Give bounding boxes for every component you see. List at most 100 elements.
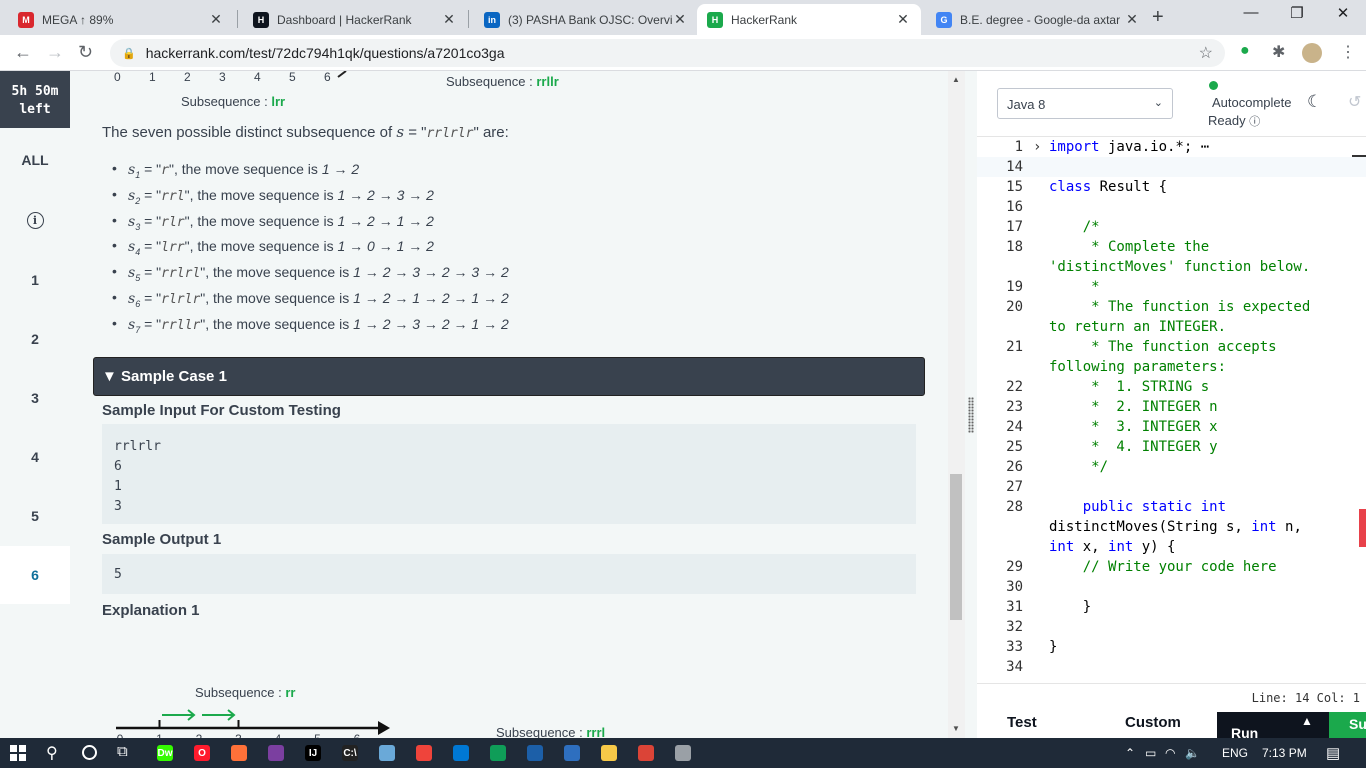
- search-icon[interactable]: ⚲: [46, 743, 58, 763]
- sample-case-toggle[interactable]: ▼ Sample Case 1: [93, 357, 925, 396]
- scroll-down-icon[interactable]: ▼: [952, 724, 960, 733]
- nav-question-2[interactable]: 2: [0, 310, 70, 368]
- browser-tab[interactable]: M MEGA ↑ 89% ✕: [8, 4, 234, 35]
- nav-question-3[interactable]: 3: [0, 369, 70, 427]
- close-window-button[interactable]: ✕: [1320, 4, 1366, 22]
- chrome-icon[interactable]: [638, 745, 654, 761]
- new-tab-button[interactable]: +: [1152, 6, 1164, 29]
- firefox-icon[interactable]: [231, 745, 247, 761]
- browser-tab[interactable]: G B.E. degree - Google-da axtar ✕: [926, 4, 1150, 35]
- profile-avatar[interactable]: [1302, 43, 1322, 63]
- nav-question-6[interactable]: 6: [0, 546, 70, 604]
- code-text: 'distinctMoves' function below.: [1049, 257, 1310, 277]
- sub-label: Subsequence :: [496, 725, 587, 738]
- nav-info[interactable]: i: [0, 191, 70, 249]
- sub-value: rrllr: [536, 74, 559, 89]
- language-indicator[interactable]: ENG: [1222, 746, 1248, 760]
- tab-title: HackerRank: [731, 12, 798, 27]
- minimize-button[interactable]: —: [1228, 4, 1274, 21]
- utility-icon[interactable]: [675, 745, 691, 761]
- fold-chevron-icon[interactable]: ›: [1033, 137, 1041, 157]
- code-text: following parameters:: [1049, 357, 1226, 377]
- cortana-icon[interactable]: [82, 745, 97, 760]
- line-number: 24: [1006, 419, 1023, 435]
- clock[interactable]: 7:13 PM: [1262, 746, 1307, 760]
- line-number: 23: [1006, 399, 1023, 415]
- language-select[interactable]: Java 8 ⌄: [997, 88, 1173, 119]
- nav-question-5[interactable]: 5: [0, 487, 70, 545]
- code-token: * 3. INTEGER x: [1049, 419, 1218, 435]
- code-line: 15 class Result {: [977, 177, 1366, 197]
- windows-start-icon[interactable]: [10, 745, 26, 761]
- tray-chevron-icon[interactable]: ⌃: [1125, 746, 1135, 760]
- code-line: to return an INTEGER.: [977, 317, 1366, 337]
- scroll-marker: [1352, 155, 1366, 157]
- item-eq: = ": [140, 315, 162, 332]
- back-icon[interactable]: ←: [14, 42, 32, 63]
- run-button[interactable]: Run ▲: [1217, 712, 1329, 741]
- nav-all[interactable]: ALL: [0, 131, 70, 189]
- opera-icon[interactable]: O: [194, 745, 210, 761]
- notifications-icon[interactable]: ▤: [1326, 744, 1340, 762]
- dreamweaver-icon[interactable]: Dw: [157, 745, 173, 761]
- subsequence-list: s1 = "r", the move sequence is 1 → 2s2 =…: [110, 160, 509, 342]
- volume-icon[interactable]: 🔈: [1185, 746, 1200, 760]
- line-number: 15: [1006, 179, 1023, 195]
- timer-label: left: [19, 102, 51, 117]
- browser-tab[interactable]: H Dashboard | HackerRank ✕: [243, 4, 467, 35]
- wireshark-icon[interactable]: [527, 745, 543, 761]
- bookmark-star-icon[interactable]: ☆: [1199, 43, 1213, 63]
- line-number: 33: [1006, 639, 1023, 655]
- test-tab[interactable]: Test: [1007, 714, 1037, 731]
- drag-handle-icon[interactable]: [968, 397, 974, 433]
- anydesk-icon[interactable]: [416, 745, 432, 761]
- close-tab-icon[interactable]: ✕: [441, 11, 457, 28]
- hangouts-icon[interactable]: [490, 745, 506, 761]
- start-tile: [19, 754, 26, 761]
- code-token: */: [1049, 459, 1109, 475]
- line-number: 34: [1006, 659, 1023, 675]
- item-eq: = ": [140, 161, 162, 177]
- timer-hours: 5h 50m: [11, 84, 59, 99]
- vscode-icon[interactable]: [453, 745, 469, 761]
- wifi-icon[interactable]: ◠: [1165, 746, 1175, 760]
- custom-input-tab[interactable]: Custom: [1125, 714, 1181, 731]
- intro-text: The seven possible distinct subsequence …: [102, 124, 397, 141]
- url-field[interactable]: 🔒 hackerrank.com/test/72dc794h1qk/questi…: [110, 39, 1225, 67]
- subsequence-item: s7 = "rrllr", the move sequence is 1 → 2…: [110, 315, 509, 342]
- item-moves: 1 → 0 → 1 → 2: [337, 238, 434, 255]
- close-tab-icon[interactable]: ✕: [895, 11, 911, 28]
- explorer-icon[interactable]: [601, 745, 617, 761]
- scroll-up-icon[interactable]: ▲: [952, 75, 960, 84]
- panel-splitter[interactable]: [965, 71, 977, 738]
- code-token: to return an INTEGER.: [1049, 319, 1227, 335]
- close-tab-icon[interactable]: ✕: [208, 11, 224, 28]
- nav-question-1[interactable]: 1: [0, 251, 70, 309]
- extension-icon[interactable]: ●: [1240, 42, 1250, 60]
- scroll-thumb[interactable]: [950, 474, 962, 620]
- sub-value: lrr: [271, 94, 286, 109]
- reload-icon[interactable]: ↻: [78, 42, 93, 63]
- menu-dots-icon[interactable]: ⋮: [1340, 42, 1356, 62]
- code-text: import java.io.*; ⋯: [1049, 137, 1209, 157]
- browser-tab[interactable]: in (3) PASHA Bank OJSC: Overvie ✕: [474, 4, 698, 35]
- notepad-icon[interactable]: [379, 745, 395, 761]
- theme-toggle-icon[interactable]: ☾: [1307, 92, 1322, 112]
- virtualbox-icon[interactable]: [564, 745, 580, 761]
- extensions-puzzle-icon[interactable]: ✱: [1272, 42, 1285, 62]
- app-icon[interactable]: [268, 745, 284, 761]
- forward-icon[interactable]: →: [46, 42, 64, 63]
- browser-tab[interactable]: H HackerRank ✕: [697, 4, 921, 35]
- intellij-icon[interactable]: IJ: [305, 745, 321, 761]
- code-area[interactable]: 1 › import java.io.*; ⋯ 14 15 class Result {1…: [977, 136, 1366, 686]
- close-tab-icon[interactable]: ✕: [1124, 11, 1140, 28]
- restore-button[interactable]: ❐: [1274, 4, 1320, 22]
- submit-button[interactable]: Su: [1329, 712, 1366, 740]
- nav-question-4[interactable]: 4: [0, 428, 70, 486]
- task-view-icon[interactable]: ⧉: [117, 743, 128, 760]
- reset-icon[interactable]: ↺: [1348, 92, 1361, 112]
- problem-statement: 0 1 2 3 4 5 6 Subsequence : lrr Subsequence : …: [70, 71, 948, 738]
- close-tab-icon[interactable]: ✕: [672, 11, 688, 28]
- problem-scrollbar[interactable]: ▲ ▼: [948, 71, 965, 738]
- cmd-icon[interactable]: C:\: [342, 745, 358, 761]
